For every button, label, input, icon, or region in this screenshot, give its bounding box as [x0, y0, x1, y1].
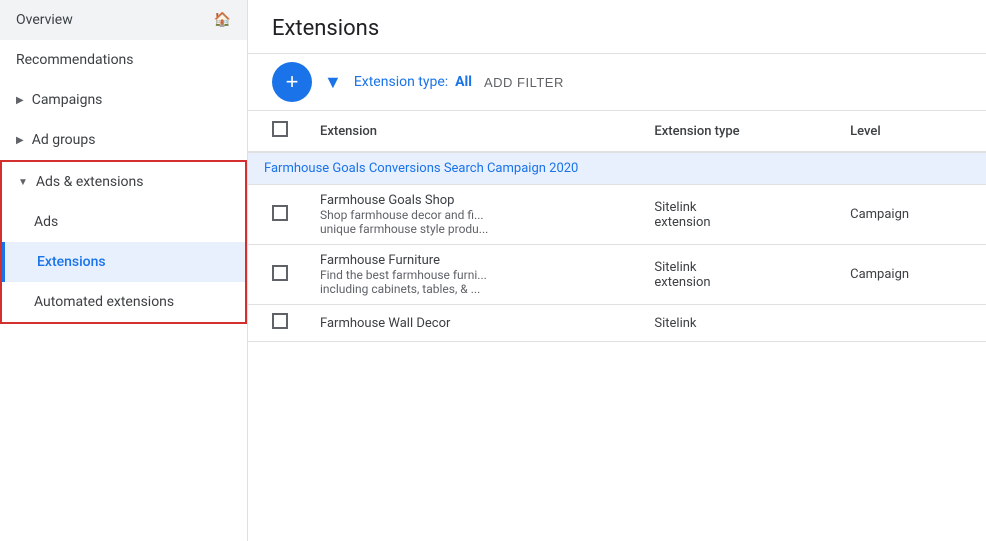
table-header-row: Extension Extension type Level [248, 111, 986, 152]
add-filter-button[interactable]: ADD FILTER [484, 75, 564, 90]
sidebar-item-label: Ad groups [32, 132, 96, 148]
level-cell: Campaign [834, 245, 986, 305]
extension-type-cell: Sitelink [638, 305, 834, 342]
table-row: Farmhouse Wall Decor Sitelink [248, 305, 986, 342]
filter-icon[interactable]: ▼ [324, 72, 342, 93]
row-checkbox[interactable] [272, 205, 288, 221]
home-icon: 🏠 [214, 12, 231, 28]
sidebar-item-label: Ads [34, 214, 58, 230]
header-extension-type: Extension type [638, 111, 834, 152]
extension-name: Farmhouse Wall Decor [320, 316, 622, 331]
add-button[interactable]: + [272, 62, 312, 102]
sidebar-item-campaigns[interactable]: ▶ Campaigns [0, 80, 247, 120]
chevron-right-icon: ▶ [16, 95, 24, 106]
chevron-right-icon: ▶ [16, 135, 24, 146]
row-checkbox-cell [248, 305, 304, 342]
extension-desc-1: Shop farmhouse decor and fi... [320, 208, 622, 222]
sidebar-item-ads[interactable]: Ads [2, 202, 245, 242]
sidebar-item-label: Automated extensions [34, 294, 174, 310]
sidebar-item-recommendations[interactable]: Recommendations [0, 40, 247, 80]
sidebar-item-label: Recommendations [16, 52, 134, 68]
sidebar-item-automated-extensions[interactable]: Automated extensions [2, 282, 245, 322]
level-cell [834, 305, 986, 342]
sidebar-item-label: Ads & extensions [36, 174, 144, 190]
chevron-down-icon: ▼ [18, 177, 28, 188]
main-content: Extensions + ▼ Extension type: All ADD F… [248, 0, 986, 541]
extension-name: Farmhouse Goals Shop [320, 193, 622, 208]
extension-type-cell: Sitelinkextension [638, 185, 834, 245]
row-checkbox[interactable] [272, 265, 288, 281]
sidebar-item-label: Campaigns [32, 92, 103, 108]
filter-label[interactable]: Extension type: All [354, 74, 472, 90]
extension-name: Farmhouse Furniture [320, 253, 622, 268]
extension-type-cell: Sitelinkextension [638, 245, 834, 305]
extensions-table: Extension Extension type Level Farmhouse… [248, 111, 986, 342]
campaign-group-row: Farmhouse Goals Conversions Search Campa… [248, 152, 986, 185]
page-title: Extensions [272, 16, 962, 41]
sidebar-item-extensions[interactable]: Extensions [2, 242, 245, 282]
ads-extensions-group: ▼ Ads & extensions Ads Extensions Automa… [0, 160, 247, 324]
toolbar: + ▼ Extension type: All ADD FILTER [248, 54, 986, 111]
extension-desc-2: including cabinets, tables, & ... [320, 282, 622, 296]
level-cell: Campaign [834, 185, 986, 245]
select-all-checkbox[interactable] [272, 121, 288, 137]
extension-desc-1: Find the best farmhouse furni... [320, 268, 622, 282]
sidebar-item-label: Extensions [37, 254, 106, 270]
table-row: Farmhouse Goals Shop Shop farmhouse deco… [248, 185, 986, 245]
sidebar-item-label: Overview [16, 12, 73, 28]
sidebar-item-overview[interactable]: Overview 🏠 [0, 0, 247, 40]
extension-desc-2: unique farmhouse style produ... [320, 222, 622, 236]
extension-cell: Farmhouse Goals Shop Shop farmhouse deco… [304, 185, 638, 245]
table-row: Farmhouse Furniture Find the best farmho… [248, 245, 986, 305]
extension-cell: Farmhouse Furniture Find the best farmho… [304, 245, 638, 305]
row-checkbox-cell [248, 185, 304, 245]
header-level: Level [834, 111, 986, 152]
page-header: Extensions [248, 0, 986, 54]
table-wrapper: Extension Extension type Level Farmhouse… [248, 111, 986, 541]
row-checkbox[interactable] [272, 313, 288, 329]
sidebar-item-adgroups[interactable]: ▶ Ad groups [0, 120, 247, 160]
sidebar: Overview 🏠 Recommendations ▶ Campaigns ▶… [0, 0, 248, 541]
sidebar-item-ads-extensions[interactable]: ▼ Ads & extensions [2, 162, 245, 202]
header-extension: Extension [304, 111, 638, 152]
header-checkbox-col [248, 111, 304, 152]
extension-cell: Farmhouse Wall Decor [304, 305, 638, 342]
row-checkbox-cell [248, 245, 304, 305]
campaign-group-label: Farmhouse Goals Conversions Search Campa… [248, 152, 986, 185]
